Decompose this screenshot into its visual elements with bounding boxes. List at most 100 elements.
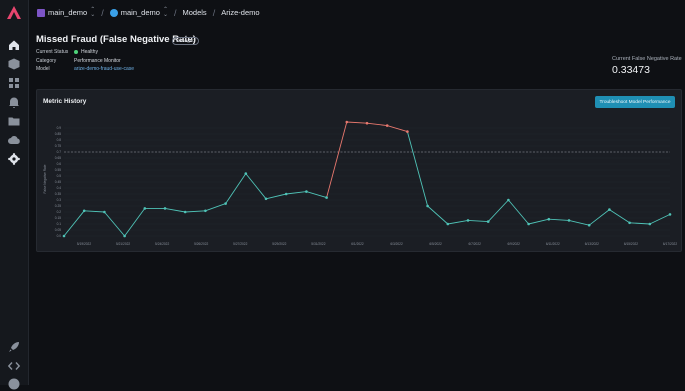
data-point bbox=[183, 210, 187, 214]
series-segment bbox=[225, 173, 247, 204]
model-row: Model arize-demo-fraud-use-case bbox=[36, 66, 134, 72]
space-icon bbox=[37, 8, 45, 17]
data-point bbox=[224, 202, 227, 205]
status-dot-icon bbox=[74, 49, 78, 54]
x-tick-label: 6/11/2022 bbox=[546, 242, 560, 246]
data-point bbox=[365, 121, 369, 125]
y-tick-label: 0.1 bbox=[57, 222, 62, 226]
breadcrumb-models-link[interactable]: Models bbox=[183, 8, 207, 17]
series-segment bbox=[265, 193, 287, 200]
data-point bbox=[668, 213, 672, 216]
separator: / bbox=[212, 7, 216, 18]
y-tick-label: 0.65 bbox=[55, 156, 61, 160]
metric-history-chart: 0.0 0.05 0.1 0.15 0.2 0.25 0.3 0.35 0.4 0.45 0.5 0.… bbox=[43, 120, 677, 246]
x-tick-label: 6/17/2022 bbox=[663, 242, 677, 246]
y-tick-label: 0.25 bbox=[55, 204, 61, 208]
grid-icon[interactable] bbox=[7, 76, 21, 90]
status-row: Current Status Healthy bbox=[36, 49, 98, 55]
y-tick-label: 0.75 bbox=[55, 144, 61, 148]
code-icon[interactable] bbox=[7, 359, 21, 373]
x-tick-label: 5/21/2022 bbox=[116, 242, 130, 246]
data-point bbox=[103, 210, 106, 214]
y-tick-label: 0.2 bbox=[57, 210, 62, 214]
data-point bbox=[648, 222, 652, 226]
x-tick-label: 5/31/2022 bbox=[311, 242, 325, 246]
series-segment bbox=[286, 191, 307, 195]
x-tick-label: 6/7/2022 bbox=[468, 242, 481, 246]
chevron-updown-icon: ⌃ ⌄ bbox=[162, 6, 168, 18]
separator: / bbox=[101, 7, 104, 18]
status-label: Current Status bbox=[36, 49, 69, 55]
sidebar bbox=[0, 0, 29, 390]
series-segment bbox=[124, 208, 146, 237]
series-segment bbox=[548, 218, 570, 221]
data-point bbox=[163, 207, 167, 210]
data-point bbox=[486, 220, 490, 223]
data-point bbox=[82, 209, 86, 213]
series-segment bbox=[487, 199, 509, 222]
project-selector[interactable]: main_demo ⌃ ⌄ bbox=[109, 6, 168, 18]
space-selector[interactable]: main_demo ⌃ ⌄ bbox=[37, 6, 96, 18]
data-point bbox=[507, 198, 510, 202]
model-link[interactable]: arize-demo-fraud-use-case bbox=[74, 66, 134, 72]
y-tick-label: 0.35 bbox=[55, 192, 61, 196]
category-row: Category Performance Monitor bbox=[36, 58, 121, 64]
series-segment bbox=[387, 125, 408, 133]
settings-icon[interactable] bbox=[7, 152, 21, 166]
x-tick-label: 6/1/2022 bbox=[351, 242, 364, 246]
y-tick-label: 0.0 bbox=[57, 234, 62, 238]
series-segment bbox=[366, 122, 388, 127]
data-point bbox=[62, 234, 66, 238]
y-tick-label: 0.15 bbox=[55, 216, 61, 220]
bell-icon[interactable] bbox=[7, 95, 21, 109]
cloud-icon[interactable] bbox=[7, 133, 21, 147]
home-icon[interactable] bbox=[7, 38, 21, 52]
data-point bbox=[466, 219, 470, 222]
separator: / bbox=[173, 7, 177, 18]
data-point bbox=[204, 209, 207, 213]
data-point bbox=[567, 219, 571, 222]
data-point bbox=[385, 124, 389, 127]
y-tick-label: 0.45 bbox=[55, 180, 61, 184]
x-tick-label: 6/15/2022 bbox=[624, 242, 638, 246]
folder-icon[interactable] bbox=[7, 114, 21, 128]
current-metric-label: Current False Negative Rate bbox=[612, 56, 682, 62]
data-point bbox=[284, 192, 288, 196]
y-axis-label: False Negative Rate bbox=[43, 164, 47, 193]
x-tick-label: 6/3/2022 bbox=[390, 242, 403, 246]
globe-icon bbox=[109, 8, 118, 17]
x-tick-label: 5/29/2022 bbox=[272, 242, 286, 246]
data-point bbox=[547, 217, 551, 221]
series-segment bbox=[164, 207, 186, 213]
data-point bbox=[305, 190, 308, 193]
y-tick-label: 0.7 bbox=[57, 150, 62, 154]
status-value: Healthy bbox=[81, 49, 98, 55]
rocket-icon[interactable] bbox=[7, 340, 21, 354]
breadcrumb: main_demo ⌃ ⌄ / main_demo ⌃ ⌄ / Models / A… bbox=[28, 0, 685, 25]
breadcrumb-model-link[interactable]: Arize-demo bbox=[221, 8, 259, 17]
arize-logo-icon[interactable] bbox=[6, 5, 22, 21]
y-tick-label: 0.85 bbox=[55, 132, 61, 136]
x-tick-label: 5/19/2022 bbox=[77, 242, 91, 246]
space-name: main_demo bbox=[48, 8, 88, 17]
y-tick-label: 0.4 bbox=[57, 186, 62, 190]
y-tick-label: 0.55 bbox=[55, 168, 61, 172]
series-segment bbox=[609, 209, 630, 224]
y-tick-label: 0.3 bbox=[57, 198, 62, 202]
chevron-updown-icon: ⌃ ⌄ bbox=[90, 6, 96, 18]
y-tick-label: 0.9 bbox=[57, 126, 62, 130]
x-tick-label: 5/24/2022 bbox=[155, 242, 169, 246]
data-point bbox=[446, 222, 450, 226]
data-point bbox=[123, 234, 126, 238]
user-avatar-icon[interactable] bbox=[7, 377, 21, 391]
model-label: Model bbox=[36, 66, 50, 72]
series-segment bbox=[528, 218, 549, 225]
data-point bbox=[608, 208, 611, 211]
x-tick-label: 5/26/2022 bbox=[194, 242, 208, 246]
category-label: Category bbox=[36, 58, 57, 64]
series-segment bbox=[406, 131, 429, 207]
data-point bbox=[527, 222, 530, 226]
box-icon[interactable] bbox=[7, 57, 21, 71]
y-tick-label: 0.6 bbox=[57, 162, 62, 166]
y-tick-label: 0.8 bbox=[57, 138, 62, 142]
